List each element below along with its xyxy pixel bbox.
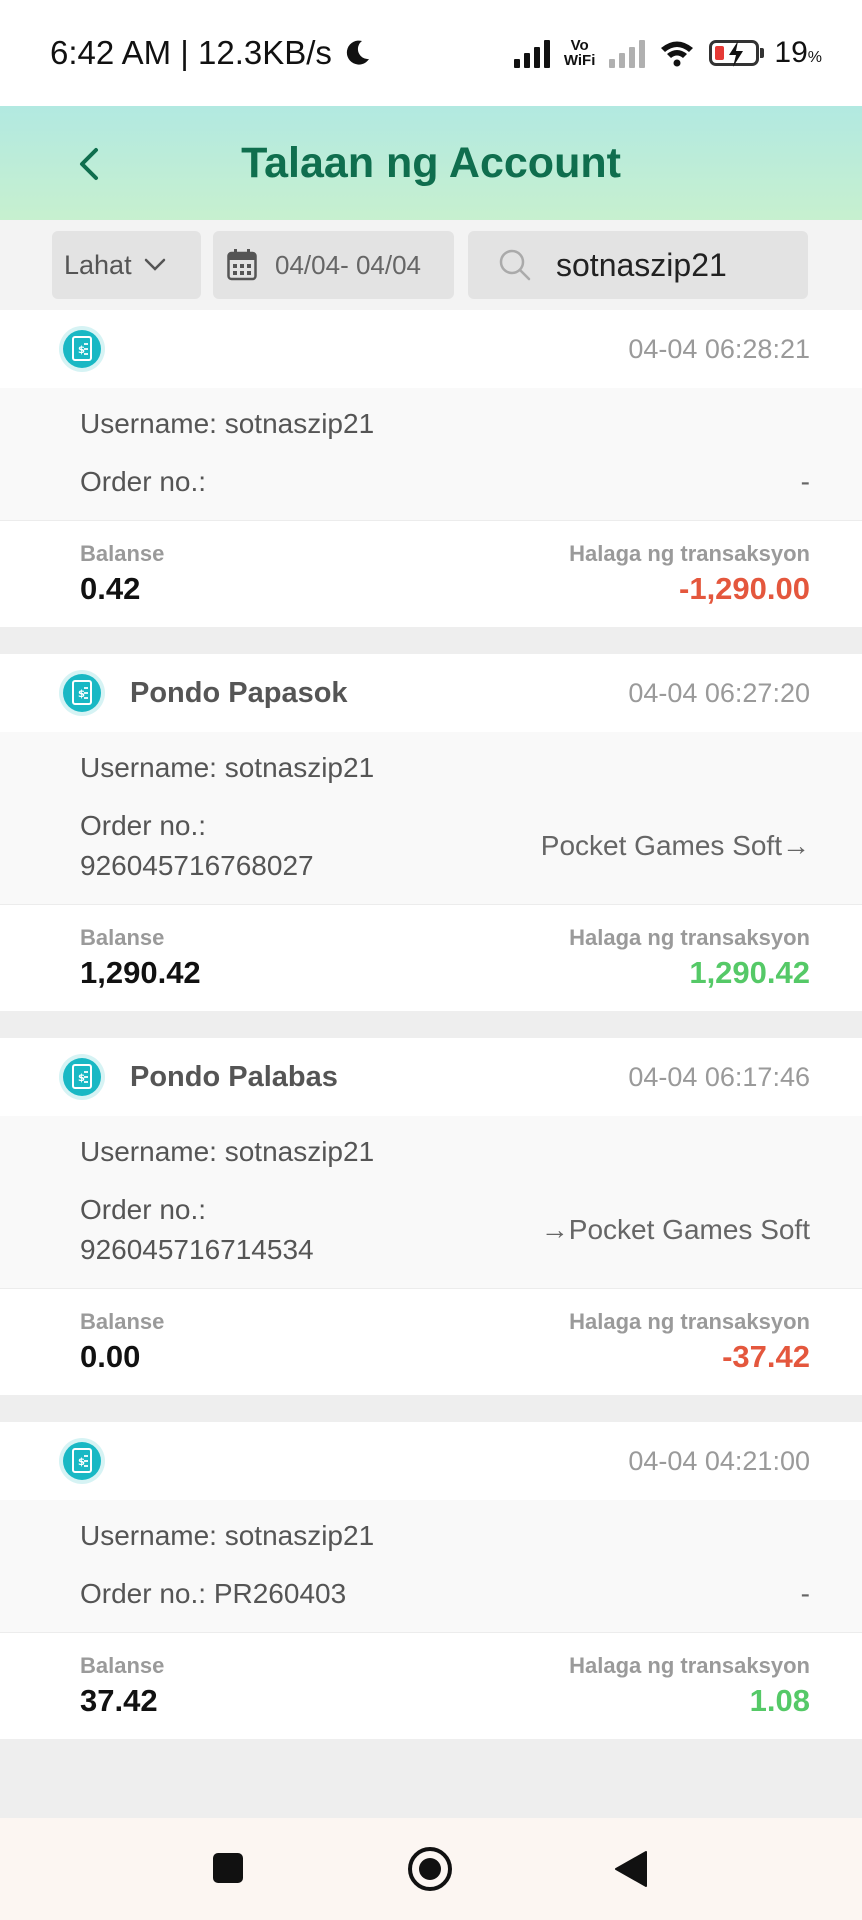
transaction-card[interactable]: $ 04-04 06:28:21 Username: sotnaszip21 O… <box>0 310 862 627</box>
balance-value: 1,290.42 <box>80 955 201 990</box>
transaction-time: 04-04 06:27:20 <box>628 677 810 708</box>
transaction-type: Pondo Papasok <box>130 676 348 709</box>
amount-label: Halaga ng transaksyon <box>569 541 810 566</box>
amount-value: -1,290.00 <box>679 571 810 606</box>
filter-bar: Lahat 04/04- 04/04 <box>0 220 862 310</box>
amount-label: Halaga ng transaksyon <box>569 925 810 950</box>
transaction-card[interactable]: $ Pondo Papasok 04-04 06:27:20 Username:… <box>0 654 862 1011</box>
search-input[interactable] <box>554 245 798 285</box>
search-icon <box>499 249 531 281</box>
balance-value: 0.42 <box>80 571 141 606</box>
transaction-type: Pondo Palabas <box>130 1060 338 1093</box>
status-time: 6:42 AM | 12.3KB/s <box>50 34 332 71</box>
back-button[interactable] <box>70 142 110 186</box>
search-box[interactable] <box>468 231 808 299</box>
order-label: Order no.: PR260403 <box>80 1578 347 1609</box>
triangle-back-icon <box>615 1851 647 1887</box>
status-bar: 6:42 AM | 12.3KB/s Vo WiFi 19% <box>0 0 862 106</box>
amount-label: Halaga ng transaksyon <box>569 1653 810 1678</box>
username: Username: sotnaszip21 <box>80 752 375 783</box>
type-filter-dropdown[interactable]: Lahat <box>52 231 201 299</box>
date-range-picker[interactable]: 04/04- 04/04 <box>213 231 454 299</box>
page-title: Talaan ng Account <box>241 138 621 187</box>
receipt-icon: $ <box>59 1054 105 1100</box>
balance-value: 0.00 <box>80 1339 141 1374</box>
wifi-icon <box>661 41 694 67</box>
order-label: Order no.: <box>80 466 207 497</box>
date-range-value: 04/04- 04/04 <box>275 249 422 280</box>
svg-text:$: $ <box>78 689 85 700</box>
home-circle-icon <box>408 1847 452 1891</box>
moon-icon <box>342 38 372 68</box>
username: Username: sotnaszip21 <box>80 408 375 439</box>
balance-label: Balanse <box>80 541 165 566</box>
calendar-icon <box>227 249 257 281</box>
order-label: Order no.: 926045716714534 <box>80 1194 314 1265</box>
system-nav-bar <box>0 1818 862 1920</box>
transaction-card[interactable]: $ Pondo Palabas 04-04 06:17:46 Username:… <box>0 1038 862 1395</box>
home-button[interactable] <box>407 1846 453 1897</box>
back-nav-button[interactable] <box>614 1850 648 1893</box>
balance-label: Balanse <box>80 1653 165 1678</box>
transaction-target: - <box>800 1578 810 1609</box>
recent-apps-button[interactable] <box>212 1852 244 1889</box>
battery-percent: 19% <box>774 36 822 69</box>
signal-secondary-icon <box>609 38 646 68</box>
square-icon <box>213 1853 243 1883</box>
svg-text:$: $ <box>78 345 85 356</box>
battery-icon: 19% <box>709 36 822 70</box>
username: Username: sotnaszip21 <box>80 1136 375 1167</box>
signal-icon <box>513 38 550 68</box>
transaction-target: Pocket Games Soft→ <box>540 830 810 861</box>
amount-label: Halaga ng transaksyon <box>569 1309 810 1334</box>
balance-value: 37.42 <box>80 1683 158 1718</box>
amount-value: -37.42 <box>722 1339 810 1374</box>
transaction-time: 04-04 04:21:00 <box>628 1445 810 1476</box>
receipt-icon: $ <box>59 670 105 716</box>
svg-text:$: $ <box>78 1457 85 1468</box>
transaction-time: 04-04 06:28:21 <box>628 333 810 364</box>
app-header: Talaan ng Account <box>0 106 862 220</box>
transaction-list: $ 04-04 06:28:21 Username: sotnaszip21 O… <box>0 310 862 1766</box>
transaction-target: - <box>800 466 810 497</box>
order-label: Order no.: 926045716768027 <box>80 810 314 881</box>
receipt-icon: $ <box>59 1438 105 1484</box>
transaction-card[interactable]: $ 04-04 04:21:00 Username: sotnaszip21 O… <box>0 1422 862 1739</box>
chevron-left-icon <box>80 148 98 180</box>
amount-value: 1.08 <box>749 1683 810 1718</box>
chevron-down-icon <box>144 258 165 271</box>
svg-text:$: $ <box>78 1073 85 1084</box>
amount-value: 1,290.42 <box>689 955 810 990</box>
order-number: 926045716768027 <box>80 850 314 881</box>
type-filter-value: Lahat <box>64 249 132 280</box>
vowifi-icon: Vo WiFi <box>563 37 596 69</box>
transaction-time: 04-04 06:17:46 <box>628 1061 810 1092</box>
transaction-target: →Pocket Games Soft <box>540 1214 810 1245</box>
order-number: 926045716714534 <box>80 1234 314 1265</box>
balance-label: Balanse <box>80 925 165 950</box>
receipt-icon: $ <box>59 326 105 372</box>
username: Username: sotnaszip21 <box>80 1520 375 1551</box>
balance-label: Balanse <box>80 1309 165 1334</box>
